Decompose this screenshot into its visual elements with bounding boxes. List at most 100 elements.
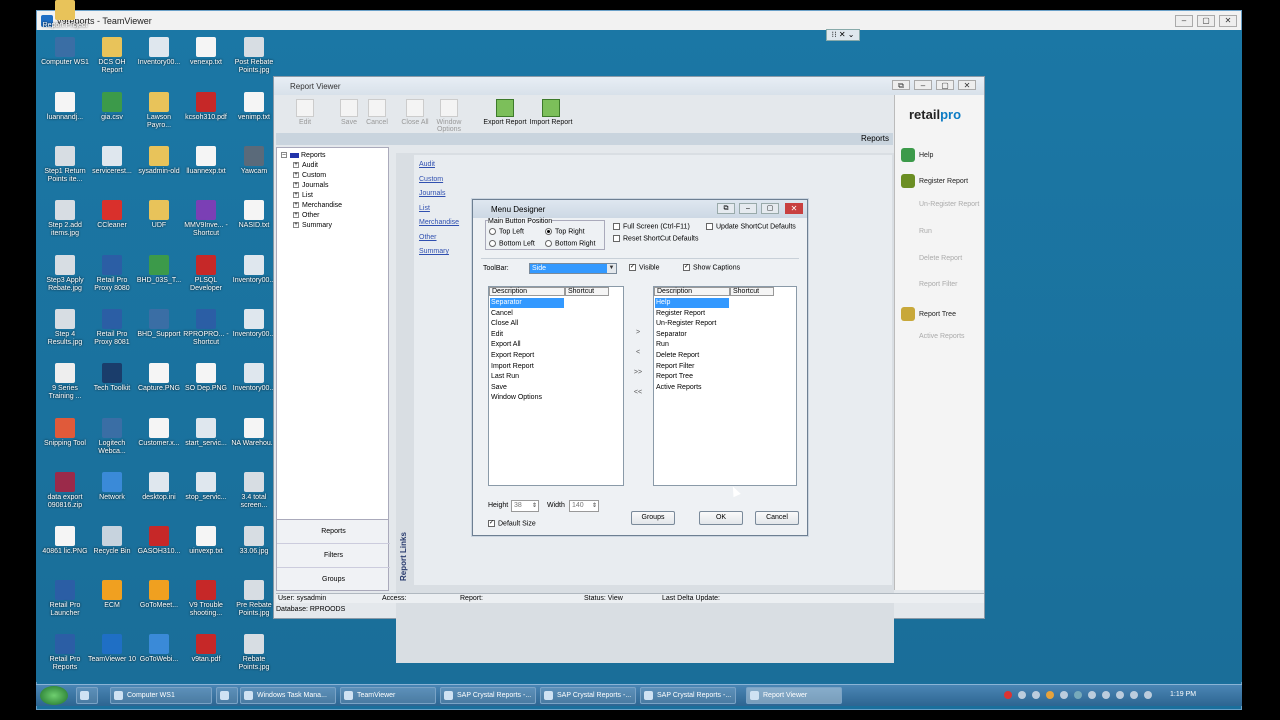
tray-icon[interactable]	[1144, 691, 1152, 699]
default-size-checkbox[interactable]: ✓	[488, 520, 495, 527]
desktop-icon[interactable]: Retail Pro Proxy 8081	[87, 309, 137, 347]
tree-node[interactable]: + Summary	[293, 222, 332, 229]
expand-icon[interactable]: +	[293, 162, 299, 169]
list-item[interactable]: Register Report	[655, 309, 775, 319]
tray-icon[interactable]	[1102, 691, 1110, 699]
desktop-icon[interactable]: Step3 Apply Rebate.jpg	[40, 255, 90, 293]
list-item[interactable]: Close All	[490, 319, 610, 329]
ok-button[interactable]: OK	[699, 511, 743, 525]
list-item[interactable]: Delete Report	[655, 351, 775, 361]
tree-node[interactable]: + Other	[293, 212, 320, 219]
reset-shortcut-option[interactable]: Reset ShortCut Defaults	[613, 235, 698, 242]
start-button[interactable]	[40, 686, 68, 705]
tray-icon[interactable]	[1130, 691, 1138, 699]
nav-reports-button[interactable]: Reports	[277, 520, 390, 544]
desktop-icon[interactable]: Tech Toolkit	[87, 363, 137, 393]
tree-node[interactable]: – Reports	[281, 152, 326, 159]
report-links-tab[interactable]: Report Links	[397, 521, 411, 591]
desktop-icon[interactable]: SO Dep.PNG	[181, 363, 231, 393]
groups-button[interactable]: Groups	[631, 511, 675, 525]
taskbar-item[interactable]	[216, 687, 238, 704]
full-screen-option[interactable]: Full Screen (Ctrl-F11)	[613, 223, 690, 230]
desktop-icon[interactable]: Step1 Return Points ite...	[40, 146, 90, 184]
show-captions-option[interactable]: ✓ Show Captions	[683, 264, 740, 271]
desktop-icon[interactable]: Inventory00...	[134, 37, 184, 67]
desktop-icon[interactable]: venexp.txt	[181, 37, 231, 67]
list-item[interactable]: Window Options	[490, 393, 610, 403]
menu-designer-titlebar[interactable]: Menu Designer ⧉ – ▢ ✕	[473, 200, 807, 218]
desktop-icon[interactable]: Post Rebate Points.jpg	[229, 37, 279, 75]
desktop-icon[interactable]: Lawson Payro...	[134, 92, 184, 130]
desktop-icon[interactable]: UDF	[134, 200, 184, 230]
desktop-icon[interactable]: Retail Pro Launcher	[40, 580, 90, 618]
list-item[interactable]: Export Report	[490, 351, 610, 361]
desktop-icon[interactable]: ECM	[87, 580, 137, 610]
md-minimize-button[interactable]: –	[739, 203, 757, 214]
radio-icon[interactable]	[489, 240, 496, 247]
position-radio-bottom-left[interactable]: Bottom Left	[489, 240, 535, 247]
taskbar-item[interactable]: TeamViewer	[340, 687, 436, 704]
desktop-icon[interactable]: PLSQL Developer	[181, 255, 231, 293]
transfer-button[interactable]: <<	[631, 387, 645, 399]
desktop-icon[interactable]: DCS OH Report	[87, 37, 137, 75]
selected-items-list[interactable]: Description Shortcut Help Register Report…	[653, 286, 797, 486]
desktop-icon[interactable]: uinvexp.txt	[181, 526, 231, 556]
desktop-icon[interactable]: Capture.PNG	[134, 363, 184, 393]
full-screen-checkbox[interactable]	[613, 223, 620, 230]
list-item[interactable]: Last Run	[490, 372, 610, 382]
toolbar-button-import-report[interactable]: Import Report	[528, 97, 574, 131]
nav-groups-button[interactable]: Groups	[277, 568, 390, 592]
list-item[interactable]: Export All	[490, 340, 610, 350]
desktop-icon[interactable]: V9 Trouble shooting...	[181, 580, 231, 618]
desktop-icon[interactable]: 3.4 total screen...	[229, 472, 279, 510]
expand-icon[interactable]: +	[293, 222, 299, 229]
md-maximize-button[interactable]: ▢	[761, 203, 779, 214]
width-spinner[interactable]: 140 ⇕	[569, 500, 599, 512]
desktop-icon[interactable]: Logitech Webca...	[87, 418, 137, 456]
desktop-icon[interactable]: data export 090816.zip	[40, 472, 90, 510]
desktop-icon[interactable]: Retail Pro Proxy 8080	[87, 255, 137, 293]
action-run[interactable]: Run	[919, 228, 932, 235]
available-description-header[interactable]: Description	[489, 287, 565, 296]
rv-minimize-button[interactable]: –	[914, 80, 932, 90]
desktop-icon[interactable]: lluannexp.txt	[181, 146, 231, 176]
expand-icon[interactable]: +	[293, 182, 299, 189]
tray-icon[interactable]	[1032, 691, 1040, 699]
action-help[interactable]: Help	[901, 148, 933, 162]
taskbar-item[interactable]: SAP Crystal Reports -...	[540, 687, 636, 704]
desktop-icon[interactable]: Inventory00...	[229, 255, 279, 285]
desktop-icon[interactable]: servicerest...	[87, 146, 137, 176]
desktop-icon[interactable]: Network	[87, 472, 137, 502]
list-item[interactable]: Save	[490, 383, 610, 393]
desktop-icon[interactable]: Inventory00...	[229, 309, 279, 339]
cancel-button[interactable]: Cancel	[755, 511, 799, 525]
list-item[interactable]: Separator	[655, 330, 775, 340]
available-items-list[interactable]: Description Shortcut Separator Cancel Clos…	[488, 286, 624, 486]
action-register-report[interactable]: Register Report	[901, 174, 968, 188]
desktop-icon[interactable]: Report Project	[40, 0, 90, 30]
tree-node[interactable]: + Journals	[293, 182, 328, 189]
action-un-register-report[interactable]: Un-Register Report	[919, 201, 979, 208]
selected-description-header[interactable]: Description	[654, 287, 730, 296]
desktop-icon[interactable]: kcsoh310.pdf	[181, 92, 231, 122]
transfer-button[interactable]: >	[631, 327, 645, 339]
list-item[interactable]: Separator	[490, 298, 564, 308]
taskbar-item[interactable]: SAP Crystal Reports -...	[440, 687, 536, 704]
visible-checkbox[interactable]: ✓	[629, 264, 636, 271]
tray-icon[interactable]	[1004, 691, 1012, 699]
desktop-icon[interactable]: Inventory00...	[229, 363, 279, 393]
nav-filters-button[interactable]: Filters	[277, 544, 390, 568]
list-item[interactable]: Import Report	[490, 362, 610, 372]
minimize-button[interactable]: –	[1175, 15, 1193, 27]
radio-icon[interactable]	[545, 228, 552, 235]
radio-icon[interactable]	[489, 228, 496, 235]
report-link-list[interactable]: List	[419, 205, 430, 212]
desktop-icon[interactable]: Yawcam	[229, 146, 279, 176]
desktop-icon[interactable]: BHD_Support	[134, 309, 184, 339]
tray-icon[interactable]	[1060, 691, 1068, 699]
update-shortcut-checkbox[interactable]	[706, 223, 713, 230]
tray-icon[interactable]	[1088, 691, 1096, 699]
desktop-icon[interactable]: v9tan.pdf	[181, 634, 231, 664]
position-radio-bottom-right[interactable]: Bottom Right	[545, 240, 595, 247]
taskbar-item[interactable]	[76, 687, 98, 704]
